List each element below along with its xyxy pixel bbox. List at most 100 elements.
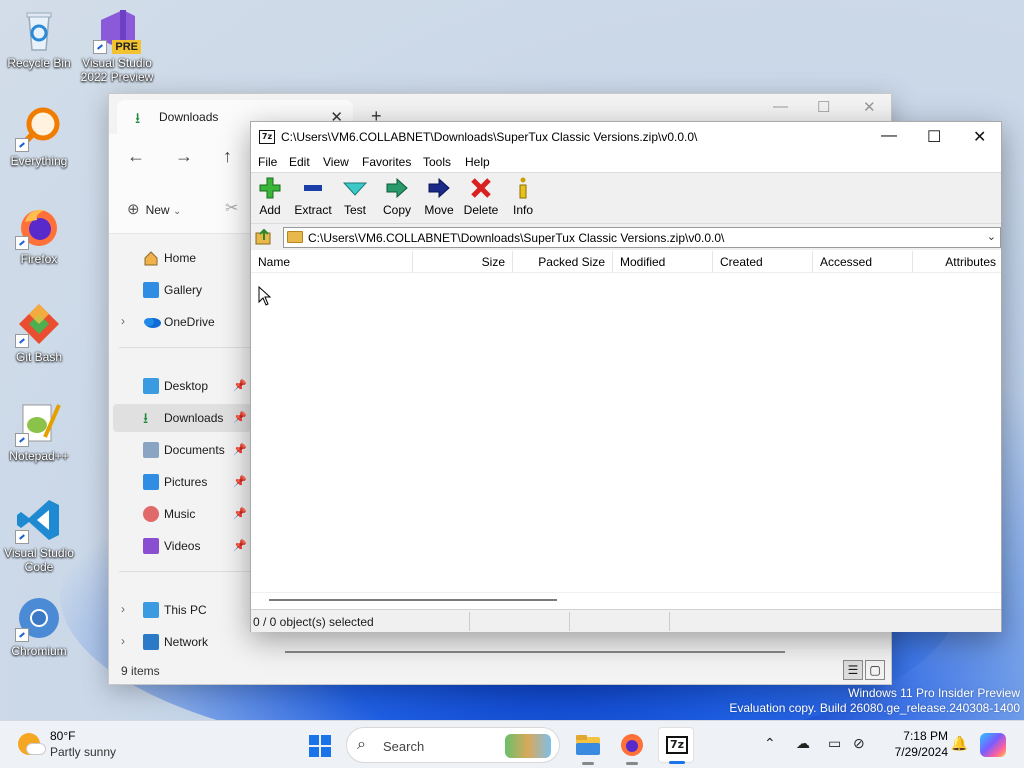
explorer-horizontal-scrollbar[interactable] xyxy=(285,651,785,653)
sidebar-item-gallery[interactable]: Gallery xyxy=(113,276,251,304)
test-button[interactable]: Test xyxy=(334,177,376,217)
windows-logo-icon xyxy=(309,735,319,745)
network-status-icon[interactable]: ⊘ xyxy=(853,735,865,752)
desktop-icon-label: Recycle Bin xyxy=(7,56,71,70)
desktop-icon-chromium[interactable]: Chromium xyxy=(1,594,77,658)
address-combobox[interactable]: C:\Users\VM6.COLLABNET\Downloads\SuperTu… xyxy=(283,227,1001,248)
column-attributes[interactable]: Attributes xyxy=(913,251,1003,273)
menu-tools[interactable]: Tools xyxy=(423,155,451,169)
maximize-icon[interactable]: ☐ xyxy=(817,98,830,116)
column-modified[interactable]: Modified xyxy=(613,251,713,273)
column-name[interactable]: Name xyxy=(251,251,413,273)
display-icon[interactable]: ▭ xyxy=(828,735,841,752)
7zip-file-list[interactable] xyxy=(251,273,1001,593)
cloud-offline-icon[interactable]: ☁ xyxy=(796,735,810,752)
tiles-view-icon[interactable]: ▢ xyxy=(865,660,885,680)
folder-up-icon[interactable] xyxy=(255,228,273,246)
pin-icon[interactable]: 📌 xyxy=(233,379,247,392)
menu-edit[interactable]: Edit xyxy=(289,155,310,169)
sidebar-item-home[interactable]: Home xyxy=(113,244,251,272)
cut-icon[interactable]: ✂ xyxy=(225,198,238,218)
extract-button[interactable]: Extract xyxy=(292,177,334,217)
desktop-icon-vscode[interactable]: Visual Studio Code xyxy=(1,496,77,574)
sidebar-item-network[interactable]: › Network xyxy=(113,628,251,656)
move-arrow-icon xyxy=(418,177,460,203)
desktop-icon-git-bash[interactable]: Git Bash xyxy=(1,300,77,364)
forward-arrow-icon[interactable]: → xyxy=(175,146,193,167)
back-arrow-icon[interactable]: ← xyxy=(127,146,145,167)
7zip-menu-bar: File Edit View Favorites Tools Help xyxy=(251,152,1001,172)
details-view-icon[interactable]: ☰ xyxy=(843,660,863,680)
column-size[interactable]: Size xyxy=(413,251,513,273)
copilot-icon[interactable] xyxy=(980,733,1006,757)
pin-icon[interactable]: 📌 xyxy=(233,443,247,456)
column-packed-size[interactable]: Packed Size xyxy=(513,251,613,273)
menu-favorites[interactable]: Favorites xyxy=(362,155,411,169)
info-button[interactable]: Info xyxy=(502,177,544,217)
desktop-icon-everything[interactable]: Everything xyxy=(1,104,77,168)
git-bash-icon xyxy=(15,300,63,348)
chevron-right-icon[interactable]: › xyxy=(121,634,125,648)
add-button[interactable]: Add xyxy=(249,177,291,217)
7zip-window[interactable]: 7z C:\Users\VM6.COLLABNET\Downloads\Supe… xyxy=(250,121,1002,632)
desktop-icon xyxy=(143,378,159,394)
desktop-icon-visual-studio-2022[interactable]: PRE Visual Studio 2022 Preview xyxy=(79,6,155,84)
taskbar-search-box[interactable]: ⌕ Search xyxy=(346,727,560,763)
chevron-down-icon[interactable]: ⌄ xyxy=(987,230,996,243)
pre-badge: PRE xyxy=(112,40,141,54)
notification-bell-icon[interactable]: 🔔 xyxy=(951,735,968,752)
move-button[interactable]: Move xyxy=(418,177,460,217)
taskbar-file-explorer[interactable] xyxy=(570,727,606,765)
taskbar-firefox[interactable] xyxy=(614,727,650,765)
sidebar-item-pictures[interactable]: Pictures 📌 xyxy=(113,468,251,496)
minimize-icon[interactable]: — xyxy=(773,98,788,115)
chevron-up-icon[interactable]: ⌃ xyxy=(764,735,776,752)
pin-icon[interactable]: 📌 xyxy=(233,507,247,520)
column-accessed[interactable]: Accessed xyxy=(813,251,913,273)
folder-icon xyxy=(287,231,303,243)
status-divider xyxy=(569,612,570,631)
minimize-icon[interactable]: — xyxy=(881,127,897,145)
7zip-taskbar-icon: 7z xyxy=(666,736,688,754)
onedrive-icon xyxy=(143,314,161,330)
sidebar-item-downloads[interactable]: ⭳ Downloads 📌 xyxy=(113,404,251,432)
menu-help[interactable]: Help xyxy=(465,155,490,169)
chevron-right-icon[interactable]: › xyxy=(121,314,125,328)
pin-icon[interactable]: 📌 xyxy=(233,411,247,424)
desktop-icon-firefox[interactable]: Firefox xyxy=(1,202,77,266)
desktop-icon-label: Chromium xyxy=(11,644,67,658)
explorer-sidebar: Home Gallery › OneDrive Desktop 📌 ⭳ Down… xyxy=(109,235,251,660)
new-button[interactable]: ⊕ New ⌄ xyxy=(127,200,181,218)
scrollbar-thumb[interactable] xyxy=(269,599,557,601)
7zip-horizontal-scrollbar[interactable] xyxy=(251,592,1001,608)
column-created[interactable]: Created xyxy=(713,251,813,273)
desktop-icon-label: Everything xyxy=(10,154,68,168)
close-icon[interactable]: ✕ xyxy=(973,127,986,147)
sidebar-item-music[interactable]: Music 📌 xyxy=(113,500,251,528)
taskbar-clock[interactable]: 7:18 PM 7/29/2024 xyxy=(895,728,948,760)
maximize-icon[interactable]: ☐ xyxy=(927,127,941,147)
menu-file[interactable]: File xyxy=(258,155,277,169)
menu-view[interactable]: View xyxy=(323,155,349,169)
taskbar-7zip[interactable]: 7z xyxy=(658,727,694,764)
7zip-title-bar[interactable]: 7z C:\Users\VM6.COLLABNET\Downloads\Supe… xyxy=(251,122,1001,152)
taskbar: 80°F Partly sunny ⌕ Search 7z ⌃ ☁ ▭ ⊘ 7:… xyxy=(0,720,1024,768)
desktop-icon-notepad-plus-plus[interactable]: Notepad++ xyxy=(1,399,77,463)
up-arrow-icon[interactable]: ↑ xyxy=(223,146,232,167)
close-icon[interactable]: ✕ xyxy=(863,98,876,116)
copy-button[interactable]: Copy xyxy=(376,177,418,217)
windows-watermark: Windows 11 Pro Insider Preview Evaluatio… xyxy=(729,686,1020,715)
sidebar-item-this-pc[interactable]: › This PC xyxy=(113,596,251,624)
sidebar-item-desktop[interactable]: Desktop 📌 xyxy=(113,372,251,400)
start-button[interactable] xyxy=(309,735,331,757)
cloud-icon xyxy=(26,743,46,755)
weather-condition: Partly sunny xyxy=(50,745,117,759)
sidebar-item-videos[interactable]: Videos 📌 xyxy=(113,532,251,560)
pin-icon[interactable]: 📌 xyxy=(233,539,247,552)
desktop-icon-recycle-bin[interactable]: Recycle Bin xyxy=(1,6,77,70)
sidebar-item-onedrive[interactable]: › OneDrive xyxy=(113,308,251,336)
delete-button[interactable]: Delete xyxy=(460,177,502,217)
chevron-right-icon[interactable]: › xyxy=(121,602,125,616)
sidebar-item-documents[interactable]: Documents 📌 xyxy=(113,436,251,464)
pin-icon[interactable]: 📌 xyxy=(233,475,247,488)
